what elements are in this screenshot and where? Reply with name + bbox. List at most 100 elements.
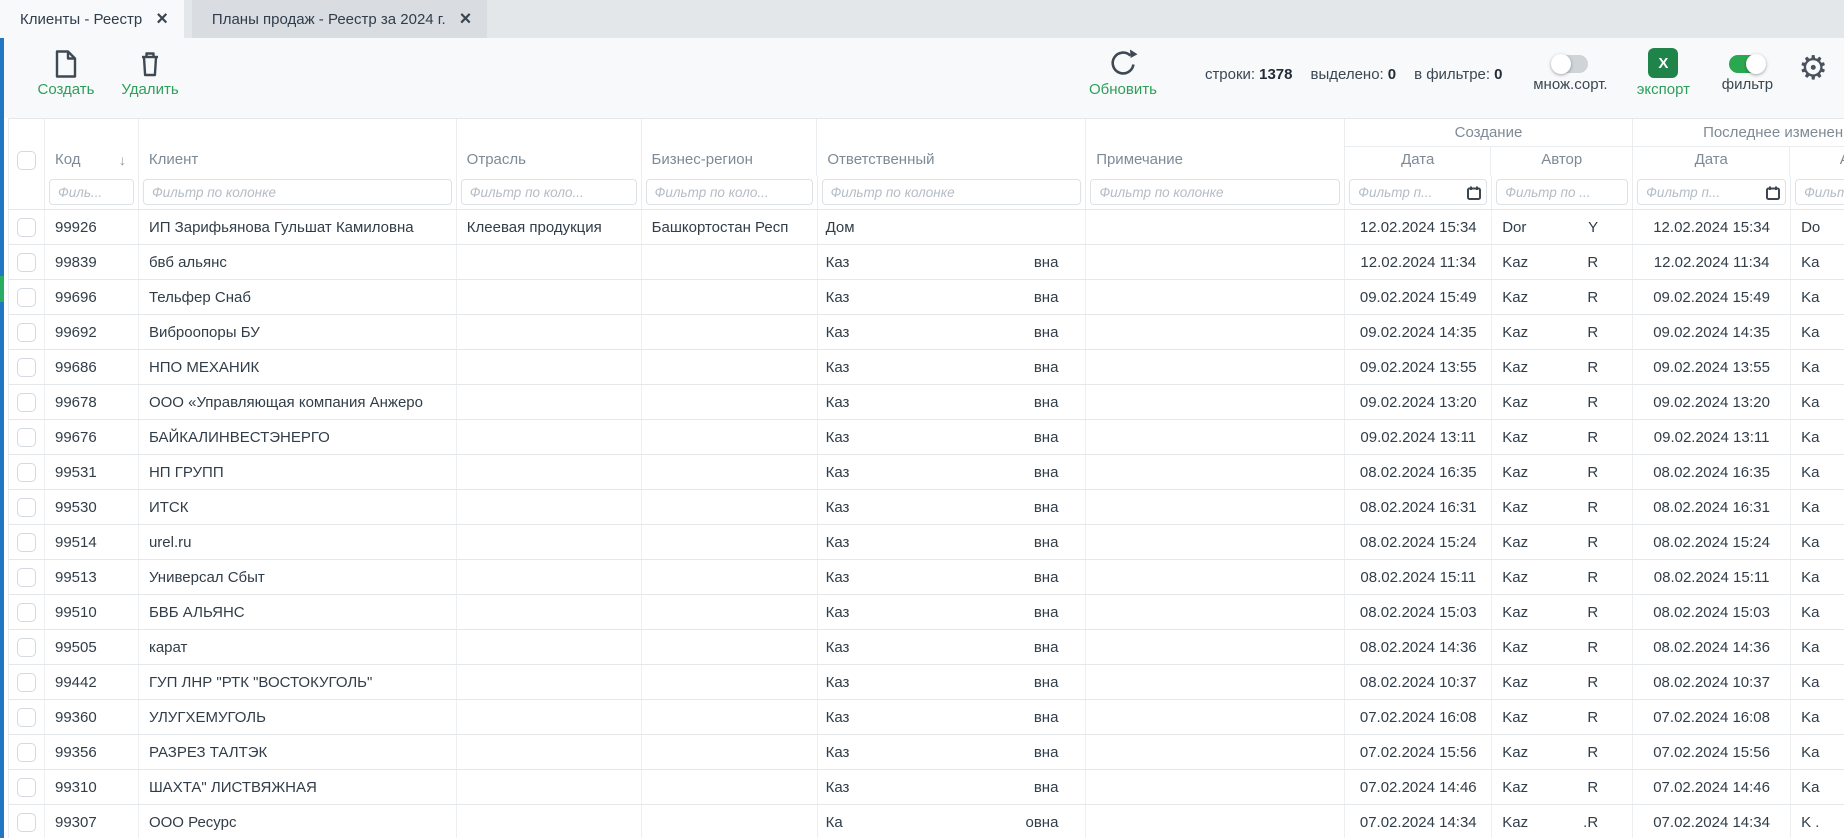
column-header-client[interactable]: Клиент <box>139 119 457 176</box>
table-row[interactable]: 99505 карат Каз вна 08.02.2024 14:36 Kaz… <box>8 630 1844 665</box>
cell-created-author: Kaz R <box>1492 735 1633 769</box>
region-filter-input[interactable] <box>646 179 813 205</box>
table-row[interactable]: 99686 НПО МЕХАНИК Каз вна 09.02.2024 13:… <box>8 350 1844 385</box>
row-checkbox[interactable] <box>17 358 36 377</box>
table-row[interactable]: 99531 НП ГРУПП Каз вна 08.02.2024 16:35 … <box>8 455 1844 490</box>
table-row[interactable]: 99310 ШАХТА" ЛИСТВЯЖНАЯ Каз вна 07.02.20… <box>8 770 1844 805</box>
multisort-toggle-control[interactable]: множ.сорт. <box>1528 45 1612 93</box>
cell-modified-date: 12.02.2024 15:34 <box>1633 210 1791 244</box>
filter-toggle[interactable] <box>1729 55 1765 73</box>
calendar-icon[interactable] <box>1766 186 1780 205</box>
export-button[interactable]: X экспорт <box>1628 45 1698 98</box>
cell-modified-author: Ka <box>1791 700 1844 734</box>
responsible-filter-input[interactable] <box>822 179 1082 205</box>
row-checkbox[interactable] <box>17 463 36 482</box>
row-checkbox[interactable] <box>17 673 36 692</box>
create-button-label: Создать <box>37 81 94 98</box>
row-checkbox[interactable] <box>17 603 36 622</box>
responsible-name-start: Каз <box>826 464 850 481</box>
row-checkbox[interactable] <box>17 638 36 657</box>
table-row[interactable]: 99356 РАЗРЕЗ ТАЛТЭК Каз вна 07.02.2024 1… <box>8 735 1844 770</box>
cell-industry <box>457 455 642 489</box>
cell-region <box>642 385 818 419</box>
table-row[interactable]: 99676 БАЙКАЛИНВЕСТЭНЕРГО Каз вна 09.02.2… <box>8 420 1844 455</box>
column-header-code[interactable]: Код ↓ <box>45 119 139 176</box>
author-name-start: Kaz <box>1502 499 1528 516</box>
author-name-end: R <box>1587 499 1598 516</box>
note-filter-input[interactable] <box>1090 179 1340 205</box>
row-checkbox[interactable] <box>17 323 36 342</box>
row-checkbox[interactable] <box>17 708 36 727</box>
calendar-icon[interactable] <box>1467 186 1481 205</box>
filter-toggle-control[interactable]: фильтр <box>1712 45 1782 93</box>
column-header-created-date[interactable]: Дата <box>1345 147 1491 176</box>
table-row[interactable]: 99839 бвб альянс Каз вна 12.02.2024 11:3… <box>8 245 1844 280</box>
author-name-end: R <box>1587 324 1598 341</box>
row-checkbox[interactable] <box>17 498 36 517</box>
select-all-checkbox[interactable] <box>17 151 36 170</box>
column-header-created-author[interactable]: Автор <box>1491 147 1632 176</box>
table-row[interactable]: 99360 УЛУГХЕМУГОЛЬ Каз вна 07.02.2024 16… <box>8 700 1844 735</box>
cell-region <box>642 490 818 524</box>
grid-stats: строки:1378 выделено:0 в фильтре:0 <box>1205 45 1502 103</box>
cell-industry <box>457 350 642 384</box>
industry-filter-input[interactable] <box>461 179 637 205</box>
column-header-region[interactable]: Бизнес-регион <box>642 119 818 176</box>
row-checkbox[interactable] <box>17 393 36 412</box>
table-row[interactable]: 99692 Виброопоры БУ Каз вна 09.02.2024 1… <box>8 315 1844 350</box>
close-icon[interactable]: × <box>460 9 472 29</box>
cell-responsible: Каз вна <box>818 770 1087 804</box>
client-filter-input[interactable] <box>143 179 452 205</box>
table-row[interactable]: 99678 ООО «Управляющая компания Анжеро К… <box>8 385 1844 420</box>
column-header-modified-author[interactable]: Автор <box>1790 147 1844 176</box>
row-checkbox[interactable] <box>17 533 36 552</box>
cell-created-author: Kaz R <box>1492 350 1633 384</box>
left-scrollbar[interactable] <box>0 38 4 838</box>
row-checkbox[interactable] <box>17 253 36 272</box>
close-icon[interactable]: × <box>156 9 168 29</box>
filtered-count: в фильтре:0 <box>1414 66 1502 83</box>
cell-code: 99530 <box>45 490 139 524</box>
modified-date-filter-input[interactable] <box>1637 179 1786 205</box>
table-row[interactable]: 99696 Тельфер Снаб Каз вна 09.02.2024 15… <box>8 280 1844 315</box>
sort-desc-icon[interactable]: ↓ <box>119 152 126 168</box>
tab-sales-plans-2024[interactable]: Планы продаж - Реестр за 2024 г. × <box>192 0 487 38</box>
row-checkbox[interactable] <box>17 568 36 587</box>
create-button[interactable]: Создать <box>24 45 108 98</box>
table-row[interactable]: 99442 ГУП ЛНР "РТК "ВОСТОКУГОЛЬ" Каз вна… <box>8 665 1844 700</box>
row-checkbox[interactable] <box>17 428 36 447</box>
filter-label: фильтр <box>1722 76 1773 93</box>
table-row[interactable]: 99514 urel.ru Каз вна 08.02.2024 15:24 K… <box>8 525 1844 560</box>
multisort-toggle[interactable] <box>1552 55 1588 73</box>
table-row[interactable]: 99307 ООО Ресурс Ка овна 07.02.2024 14:3… <box>8 805 1844 838</box>
tab-clients-registry[interactable]: Клиенты - Реестр × <box>0 0 184 38</box>
cell-region: Башкортостан Респ <box>642 210 818 244</box>
column-header-responsible[interactable]: Ответственный <box>817 119 1086 176</box>
cell-created-author: Kaz R <box>1492 455 1633 489</box>
filter-cell-modified-date <box>1633 176 1791 209</box>
code-filter-input[interactable] <box>49 179 134 205</box>
row-checkbox[interactable] <box>17 218 36 237</box>
row-checkbox[interactable] <box>17 743 36 762</box>
row-checkbox[interactable] <box>17 778 36 797</box>
table-row[interactable]: 99510 БВБ АЛЬЯНС Каз вна 08.02.2024 15:0… <box>8 595 1844 630</box>
table-row[interactable]: 99926 ИП Зарифьянова Гульшат Камиловна К… <box>8 210 1844 245</box>
modified-author-filter-input[interactable] <box>1795 179 1844 205</box>
cell-modified-date: 07.02.2024 14:46 <box>1633 770 1791 804</box>
delete-button[interactable]: Удалить <box>108 45 192 98</box>
cell-client: НП ГРУПП <box>139 455 457 489</box>
column-header-note[interactable]: Примечание <box>1086 119 1345 176</box>
table-row[interactable]: 99530 ИТСК Каз вна 08.02.2024 16:31 Kaz … <box>8 490 1844 525</box>
created-author-filter-input[interactable] <box>1496 179 1628 205</box>
column-header-modified-date[interactable]: Дата <box>1633 147 1790 176</box>
table-row[interactable]: 99513 Универсал Сбыт Каз вна 08.02.2024 … <box>8 560 1844 595</box>
column-header-industry[interactable]: Отрасль <box>457 119 642 176</box>
row-checkbox[interactable] <box>17 813 36 832</box>
cell-note <box>1086 630 1345 664</box>
author-name-start: Kaz <box>1502 569 1528 586</box>
refresh-button[interactable]: Обновить <box>1081 45 1165 98</box>
row-checkbox[interactable] <box>17 288 36 307</box>
refresh-icon <box>1108 48 1138 78</box>
author-name-end: R <box>1587 254 1598 271</box>
gear-icon[interactable]: ⚙ <box>1798 51 1828 85</box>
